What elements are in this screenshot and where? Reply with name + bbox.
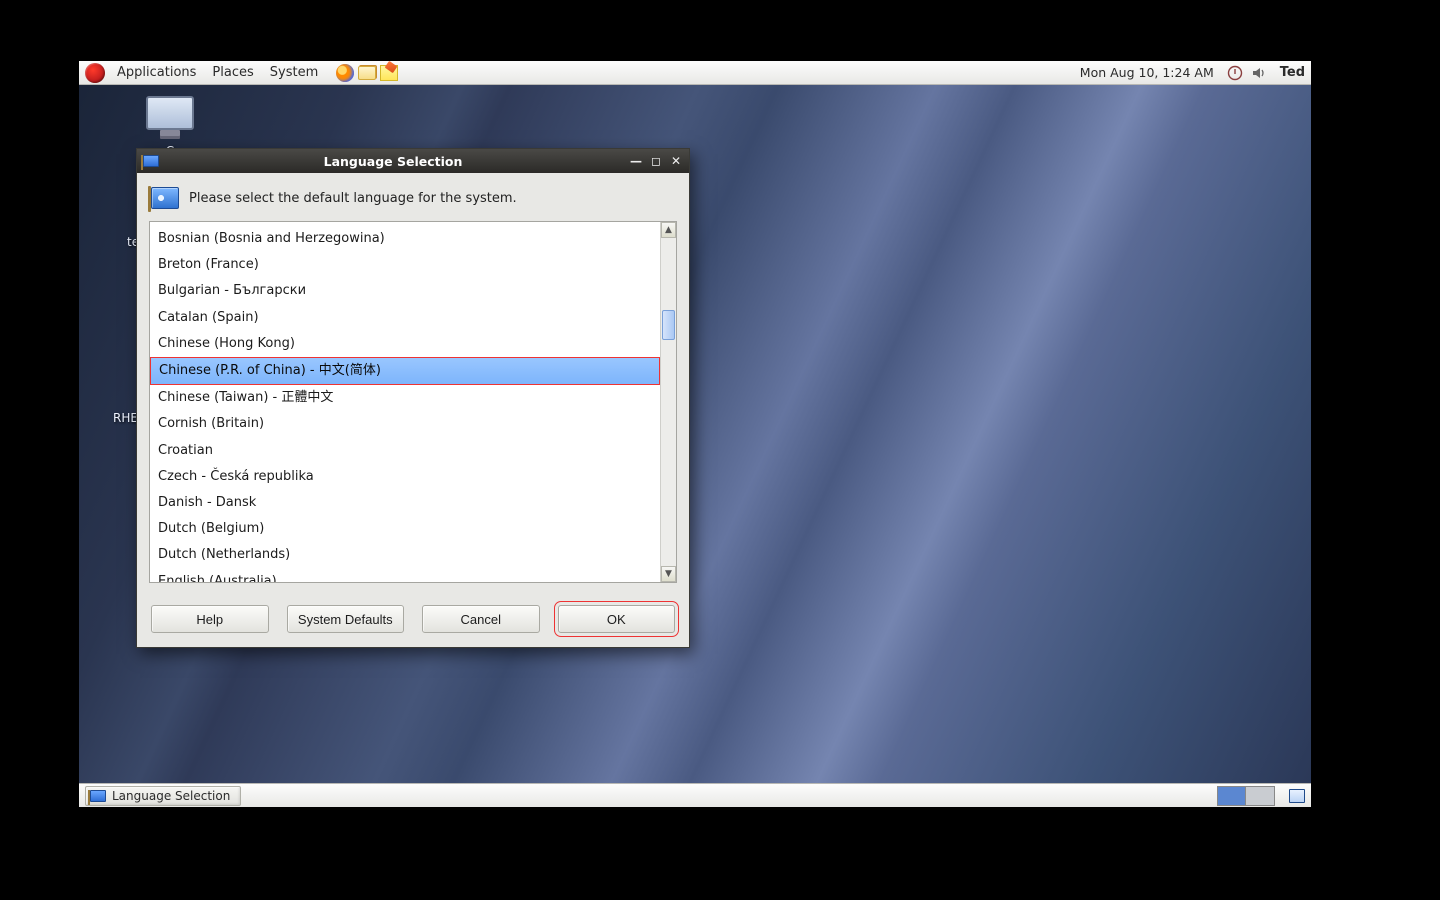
minimize-button[interactable]: —	[627, 153, 645, 169]
panel-username[interactable]: Ted	[1280, 65, 1305, 80]
dialog-header-row: Please select the default language for t…	[149, 183, 677, 221]
show-desktop-icon[interactable]	[1289, 789, 1305, 803]
language-option[interactable]: Danish - Dansk	[150, 490, 660, 516]
language-option-label: Dutch (Netherlands)	[158, 547, 290, 562]
language-option-label: Dutch (Belgium)	[158, 521, 264, 536]
language-option[interactable]: Dutch (Netherlands)	[150, 542, 660, 568]
language-option-label: Czech - Česká republika	[158, 469, 314, 484]
scroll-thumb[interactable]	[662, 310, 675, 340]
update-icon[interactable]	[1226, 64, 1244, 82]
mail-icon[interactable]	[356, 63, 378, 83]
language-option[interactable]: Bulgarian - Български	[150, 278, 660, 304]
scroll-track[interactable]	[661, 238, 676, 566]
language-option-label: Chinese (P.R. of China) - 中文(简体)	[158, 359, 382, 383]
ok-button[interactable]: OK	[558, 605, 676, 633]
flag-icon	[151, 187, 179, 209]
language-option[interactable]: Dutch (Belgium)	[150, 516, 660, 542]
language-option[interactable]: Breton (France)	[150, 252, 660, 278]
firefox-icon[interactable]	[334, 63, 356, 83]
workspace-2[interactable]	[1246, 787, 1274, 805]
language-option-label: Danish - Dansk	[158, 495, 256, 510]
dialog-button-row: Help System Defaults Cancel OK	[149, 605, 677, 633]
language-listbox[interactable]: Bosnian (Bosnia and Herzegowina) Breton (…	[149, 221, 677, 583]
cancel-button[interactable]: Cancel	[422, 605, 540, 633]
flag-icon	[143, 155, 159, 167]
language-option[interactable]: Chinese (Hong Kong)	[150, 331, 660, 357]
help-button[interactable]: Help	[151, 605, 269, 633]
language-option-label: Bosnian (Bosnia and Herzegowina)	[158, 231, 385, 246]
language-option-label: Croatian	[158, 443, 213, 458]
redhat-logo-icon[interactable]	[85, 63, 105, 83]
language-option-label: Chinese (Taiwan) - 正體中文	[158, 390, 333, 405]
menu-places[interactable]: Places	[204, 62, 261, 83]
scroll-down-button[interactable]: ▼	[661, 566, 676, 582]
language-option[interactable]: Cornish (Britain)	[150, 411, 660, 437]
language-option[interactable]: Czech - Česká republika	[150, 464, 660, 490]
desktop-background: Applications Places System Mon Aug 10, 1…	[79, 61, 1311, 807]
workspace-switcher[interactable]	[1217, 786, 1275, 806]
top-panel: Applications Places System Mon Aug 10, 1…	[79, 61, 1311, 85]
scroll-up-button[interactable]: ▲	[661, 222, 676, 238]
language-option-label: Breton (France)	[158, 257, 259, 272]
screenshot-frame: Applications Places System Mon Aug 10, 1…	[79, 61, 1311, 807]
maximize-button[interactable]: ◻	[647, 153, 665, 169]
dialog-prompt: Please select the default language for t…	[189, 191, 517, 206]
dialog-title: Language Selection	[159, 154, 627, 169]
language-option-label: Catalan (Spain)	[158, 310, 259, 325]
language-list[interactable]: Bosnian (Bosnia and Herzegowina) Breton (…	[150, 222, 660, 582]
volume-icon[interactable]	[1250, 64, 1268, 82]
language-option[interactable]: English (Australia)	[150, 569, 660, 582]
language-option[interactable]: Croatian	[150, 438, 660, 464]
bottom-panel: Language Selection	[79, 783, 1311, 807]
menu-applications[interactable]: Applications	[109, 62, 204, 83]
language-option-label: English (Australia)	[158, 574, 277, 582]
taskbar-entry-label: Language Selection	[112, 789, 230, 803]
taskbar-entry[interactable]: Language Selection	[85, 786, 241, 806]
language-selection-dialog: Language Selection — ◻ ✕ Please select t…	[136, 148, 690, 648]
language-option[interactable]: Chinese (Taiwan) - 正體中文	[150, 385, 660, 411]
language-option-label: Chinese (Hong Kong)	[158, 336, 295, 351]
panel-right: Mon Aug 10, 1:24 AM Ted	[1080, 64, 1305, 82]
panel-clock[interactable]: Mon Aug 10, 1:24 AM	[1080, 65, 1214, 80]
panel-left: Applications Places System	[85, 62, 400, 83]
dialog-body: Please select the default language for t…	[137, 173, 689, 647]
system-defaults-button[interactable]: System Defaults	[287, 605, 405, 633]
flag-icon	[90, 790, 106, 802]
language-option[interactable]: Catalan (Spain)	[150, 305, 660, 331]
language-option-label: Bulgarian - Български	[158, 283, 306, 298]
menu-system[interactable]: System	[262, 62, 326, 83]
language-option-label: Cornish (Britain)	[158, 416, 264, 431]
scrollbar[interactable]: ▲ ▼	[660, 222, 676, 582]
workspace-1[interactable]	[1218, 787, 1246, 805]
language-option[interactable]: Chinese (P.R. of China) - 中文(简体)	[150, 357, 660, 385]
language-option[interactable]: Bosnian (Bosnia and Herzegowina)	[150, 226, 660, 252]
notes-icon[interactable]	[378, 63, 400, 83]
close-button[interactable]: ✕	[667, 153, 685, 169]
dialog-titlebar[interactable]: Language Selection — ◻ ✕	[137, 149, 689, 173]
